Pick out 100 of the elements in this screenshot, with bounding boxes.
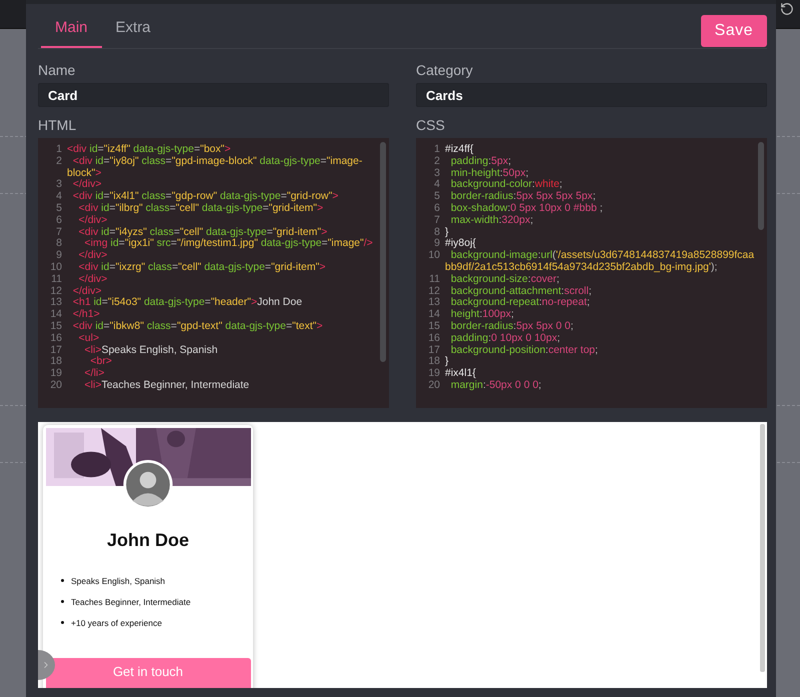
- code-editor[interactable]: [416, 138, 767, 408]
- text-field[interactable]: Card: [38, 83, 389, 107]
- code-line: background-image:url('/assets/u3d6748144837419a8528899fcaabb9df/2a1c513cb6914f54a9734d235bf2abdb_bg-img.jpg');: [445, 250, 755, 274]
- line-number: 17: [49, 344, 63, 356]
- line-number: 3: [55, 179, 63, 192]
- line-number: 10: [49, 262, 63, 274]
- code-line: <img id="igx1i" src="/img/testim1.jpg" data-gjs-type="image"/>: [84, 238, 374, 250]
- code-line: }: [445, 356, 450, 368]
- code-line: </div>: [72, 286, 102, 297]
- line-number: 15: [49, 320, 63, 333]
- editor-label: CSS: [416, 117, 446, 133]
- code-line: padding:0 10px 0 10px;: [450, 332, 562, 345]
- code-line: padding:5px;: [450, 156, 512, 168]
- code-line: <div id="iy8oj" class="gpd-image-block" data-gjs-type="image-block">: [67, 156, 364, 179]
- tab[interactable]: Main: [41, 19, 102, 48]
- line-number: 7: [433, 214, 441, 227]
- bullet: [61, 579, 64, 582]
- line-number: 1: [433, 144, 441, 156]
- undo-icon[interactable]: [780, 2, 794, 16]
- code-line: <div id="ilbrg" class="cell" data-gjs-type="grid-item">: [78, 202, 324, 215]
- line-number: 1: [55, 144, 63, 156]
- field-label: Category: [416, 62, 474, 78]
- code-line: background-size:cover;: [450, 274, 560, 286]
- list-item: Speaks English, Spanish: [71, 576, 166, 586]
- code-line: </div>: [78, 214, 108, 227]
- line-number: 8: [433, 226, 441, 238]
- list-item: Teaches Beginner, Intermediate: [71, 596, 191, 607]
- bullet: [61, 621, 64, 624]
- line-number: 2: [55, 156, 63, 169]
- line-number: 14: [427, 309, 441, 321]
- line-number: 5: [55, 202, 63, 215]
- code-line: <div id="ixzrg" class="cell" data-gjs-type="grid-item">: [78, 262, 326, 274]
- scrollbar[interactable]: [380, 142, 386, 362]
- code-line: <div id="ibkw8" class="gpd-text" data-gjs-type="text">: [72, 320, 324, 333]
- save-button[interactable]: Save: [700, 15, 767, 47]
- code-line: #ix4l1{: [445, 368, 477, 380]
- editor-label: HTML: [38, 117, 78, 133]
- code-line: border-radius:5px 5px 0 0;: [450, 320, 574, 333]
- code-line: <ul>: [78, 332, 100, 345]
- code-line: <div id="iz4ff" data-gjs-type="box">: [67, 144, 232, 156]
- bullet: [61, 600, 64, 604]
- line-number: 7: [55, 226, 63, 238]
- code-line: max-width:320px;: [450, 214, 534, 227]
- line-number: 15: [427, 320, 441, 333]
- code-line: <div id="ix4l1" class="gdp-row" data-gjs-type="grid-row">: [72, 191, 340, 203]
- code-line: background-color:white;: [450, 179, 564, 191]
- line-number: 8: [55, 238, 63, 250]
- line-number: 17: [427, 344, 441, 356]
- text-field[interactable]: Cards: [416, 83, 767, 107]
- code-editor[interactable]: [38, 138, 389, 408]
- line-number: 12: [427, 286, 441, 298]
- line-number: 6: [55, 214, 63, 227]
- code-line: border-radius:5px 5px 5px 5px;: [450, 191, 597, 203]
- line-number: 10: [427, 250, 441, 264]
- code-line: </div>: [78, 274, 108, 286]
- line-number: 12: [49, 286, 63, 298]
- line-number: 6: [433, 202, 441, 215]
- line-number: 13: [49, 297, 63, 310]
- line-number: 11: [50, 274, 63, 286]
- line-number: 4: [55, 191, 63, 203]
- line-number: 19: [49, 368, 63, 380]
- line-number: 3: [433, 168, 441, 180]
- code-line: min-height:50px;: [450, 168, 530, 179]
- line-number: 19: [427, 368, 441, 380]
- scrollbar[interactable]: [760, 424, 765, 672]
- line-number: 18: [427, 356, 441, 368]
- field-label: Name: [38, 62, 76, 78]
- list-item: +10 years of experience: [71, 618, 162, 628]
- code-line: </li>: [84, 368, 106, 380]
- code-line: <h1 id="i54o3" data-gjs-type="header">John Doe: [72, 297, 304, 309]
- code-line: }: [445, 226, 450, 238]
- code-line: <br>: [89, 356, 112, 368]
- code-line: </div>: [72, 179, 102, 191]
- code-line: <div id="i4yzs" class="cell" data-gjs-type="grid-item">: [78, 226, 328, 238]
- line-number: 16: [427, 332, 441, 345]
- code-line: background-position:center top;: [450, 344, 599, 356]
- line-number: 5: [433, 191, 441, 203]
- line-number: 14: [49, 309, 63, 321]
- code-line: margin:-50px 0 0 0;: [450, 380, 542, 392]
- line-number: 18: [49, 356, 63, 368]
- line-number: 13: [427, 297, 441, 310]
- code-line: height:100px;: [450, 309, 515, 321]
- code-line: #iz4ff{: [445, 144, 474, 156]
- line-number: 4: [433, 179, 441, 192]
- line-number: 9: [433, 238, 441, 250]
- code-line: background-attachment:scroll;: [450, 286, 593, 297]
- profile-name: John Doe: [106, 530, 189, 551]
- code-line: #iy8oj{: [445, 238, 477, 250]
- code-line: box-shadow:0 5px 10px 0 #bbb ;: [450, 202, 604, 215]
- code-line: </h1>: [72, 309, 101, 321]
- line-number: 20: [427, 380, 441, 392]
- line-number: 11: [428, 274, 441, 286]
- code-line: background-repeat:no-repeat;: [450, 297, 591, 309]
- line-number: 9: [55, 250, 63, 262]
- line-number: 16: [49, 332, 63, 345]
- scrollbar[interactable]: [758, 142, 764, 230]
- line-number: 2: [433, 156, 441, 168]
- tab[interactable]: Extra: [102, 19, 165, 48]
- line-number: 20: [49, 380, 63, 392]
- code-line: <li>Speaks English, Spanish: [84, 344, 219, 356]
